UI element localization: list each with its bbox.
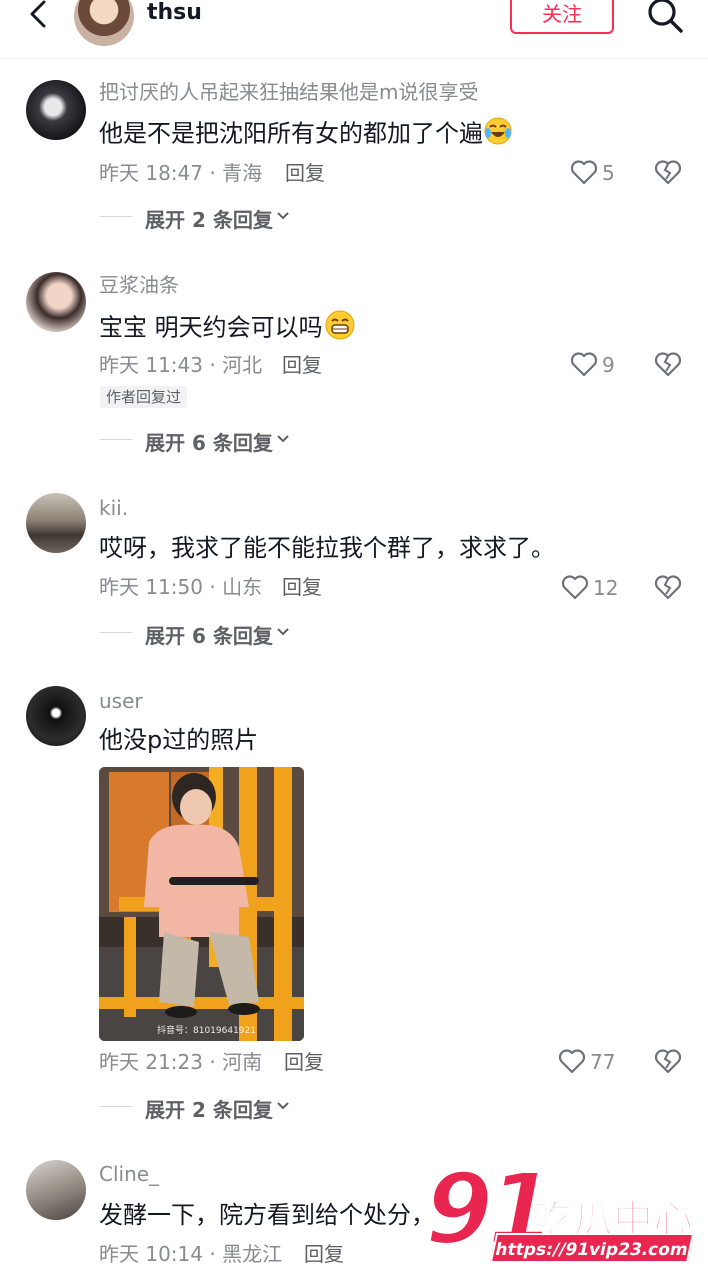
gym-photo-image [99, 767, 304, 1041]
top-bar: thsu 关注 [0, 0, 708, 59]
comment-time-location: 昨天 11:43 · 河北 [99, 353, 263, 377]
like-count: 12 [593, 576, 619, 600]
commenter-avatar[interactable] [26, 1160, 86, 1220]
watermark-url: https://91vip23.com [489, 1233, 695, 1263]
author-replied-badge: 作者回复过 [100, 386, 188, 408]
reply-button[interactable]: 回复 [304, 1242, 344, 1266]
expand-replies-label: 展开 2 条回复 [145, 208, 273, 232]
chevron-down-icon [277, 1102, 289, 1110]
comment-time-location: 昨天 10:14 · 黑龙江 [99, 1242, 283, 1266]
chevron-down-icon [277, 435, 289, 443]
like-button[interactable]: 9 [570, 350, 660, 380]
divider [100, 439, 132, 440]
comment-time-location: 昨天 11:50 · 山东 [99, 575, 263, 599]
comment-text: 他没p过的照片 [99, 726, 259, 754]
comment-time-location: 昨天 18:47 · 青海 [99, 161, 263, 185]
divider [100, 632, 132, 633]
comment-photo[interactable]: 抖音号：81019641921 [99, 767, 304, 1041]
author-username[interactable]: thsu [147, 0, 202, 26]
comment-text: 宝宝 明天约会可以吗 [99, 309, 357, 348]
search-icon[interactable] [645, 0, 685, 34]
commenter-avatar[interactable] [26, 493, 86, 553]
grinning-emoji [323, 309, 357, 348]
commenter-avatar[interactable] [26, 272, 86, 332]
expand-replies-label: 展开 6 条回复 [145, 431, 273, 455]
photo-watermark-text: 抖音号：81019641921 [157, 1026, 256, 1036]
chevron-down-icon [277, 212, 289, 220]
like-count: 77 [590, 1050, 616, 1074]
divider [100, 1106, 132, 1107]
heart-icon [570, 160, 598, 185]
author-avatar[interactable] [74, 0, 134, 46]
like-button[interactable]: 5 [570, 158, 660, 188]
commenter-avatar[interactable] [26, 80, 86, 140]
tears-of-joy-emoji [483, 116, 513, 153]
heart-icon [570, 352, 598, 377]
commenter-username[interactable]: Cline_ [99, 1162, 159, 1186]
follow-button[interactable]: 关注 [510, 0, 614, 34]
reply-button[interactable]: 回复 [282, 353, 322, 377]
comment-time-location: 昨天 21:23 · 河南 [99, 1050, 263, 1074]
expand-replies-label: 展开 6 条回复 [145, 624, 273, 648]
like-count: 9 [602, 353, 615, 377]
reply-button[interactable]: 回复 [282, 575, 322, 599]
like-button[interactable]: 12 [561, 573, 651, 603]
comment-text: 哎呀，我求了能不能拉我个群了，求求了。 [99, 534, 555, 562]
commenter-username[interactable]: kii. [99, 496, 128, 520]
divider [100, 216, 132, 217]
reply-button[interactable]: 回复 [284, 1050, 324, 1074]
commenter-avatar[interactable] [26, 686, 86, 746]
broken-heart-icon[interactable] [654, 351, 682, 379]
back-arrow-icon[interactable] [22, 0, 56, 34]
chevron-down-icon [277, 628, 289, 636]
like-button[interactable]: 77 [558, 1047, 648, 1077]
like-count: 5 [602, 161, 615, 185]
heart-icon [561, 575, 589, 600]
site-watermark: 91 吃瓜中心 https://91vip23.com [423, 1152, 695, 1269]
reply-button[interactable]: 回复 [285, 161, 325, 185]
commenter-username[interactable]: user [99, 689, 143, 713]
broken-heart-icon[interactable] [654, 1048, 682, 1076]
comment-text: 发酵一下，院方看到给个处分， [99, 1201, 435, 1229]
broken-heart-icon[interactable] [654, 159, 682, 187]
expand-replies-label: 展开 2 条回复 [145, 1098, 273, 1122]
broken-heart-icon[interactable] [654, 574, 682, 602]
commenter-username[interactable]: 豆浆油条 [99, 273, 179, 297]
heart-icon [558, 1049, 586, 1074]
commenter-username[interactable]: 把讨厌的人吊起来狂抽结果他是m说很享受 [99, 80, 478, 104]
comment-text: 他是不是把沈阳所有女的都加了个遍 [99, 116, 513, 153]
